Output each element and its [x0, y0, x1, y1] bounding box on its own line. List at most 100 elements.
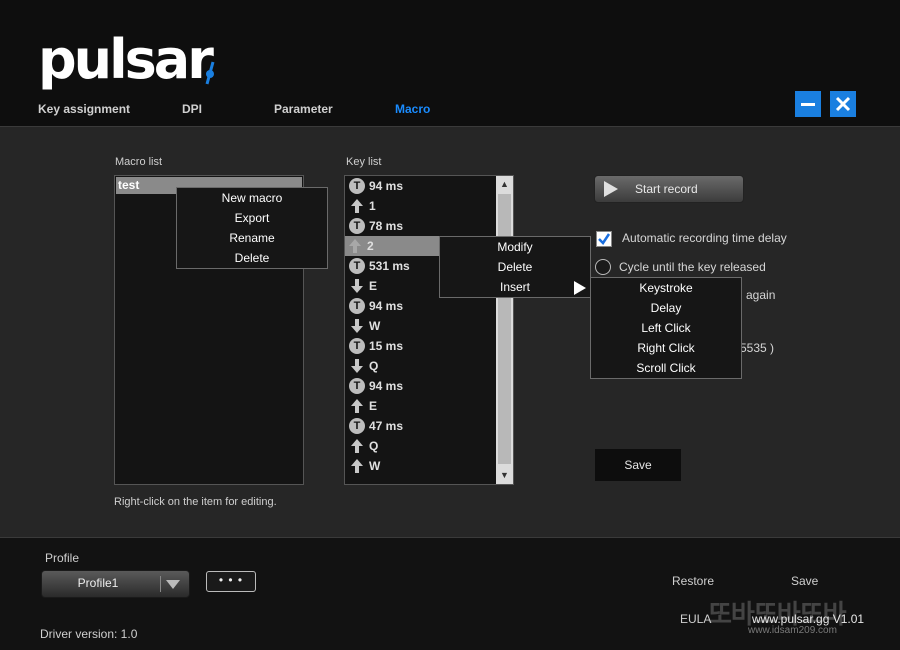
key-list-item-text: 94 ms	[369, 299, 404, 313]
checkmark-icon	[598, 233, 611, 245]
key-list-item-text: 78 ms	[369, 219, 404, 233]
restore-button[interactable]: Restore	[672, 574, 714, 588]
website-version: www.pulsar.gg V1.01	[752, 612, 865, 626]
tab-dpi[interactable]: DPI	[182, 102, 202, 116]
key-list-item-text: 94 ms	[369, 379, 404, 393]
start-record-button[interactable]: Start record	[594, 175, 744, 203]
insert-submenu: Keystroke Delay Left Click Right Click S…	[590, 277, 742, 379]
key-list-item[interactable]: 1	[347, 196, 495, 216]
watermark-url: www.idsam209.com	[748, 625, 837, 636]
timer-glyph: T	[349, 258, 365, 274]
key-list-item[interactable]: T 78 ms	[347, 216, 495, 236]
key-list-item[interactable]: Q	[347, 436, 495, 456]
key-list-item[interactable]: T 94 ms	[347, 376, 495, 396]
pulsar-logo: pulsar	[38, 28, 214, 91]
profile-select[interactable]: Profile1	[41, 570, 190, 598]
key-list-item-text: W	[369, 319, 381, 333]
cycle-label: Cycle until the key released	[619, 260, 766, 274]
timer-icon: T	[349, 418, 365, 434]
menu-scroll-click[interactable]: Scroll Click	[591, 358, 741, 378]
timer-glyph: T	[349, 178, 365, 194]
save-macro-button[interactable]: Save	[595, 449, 681, 481]
arrow-down-icon	[349, 318, 365, 334]
timer-icon: T	[349, 338, 365, 354]
timer-glyph: T	[349, 218, 365, 234]
key-context-menu: Modify Delete Insert	[439, 236, 591, 298]
key-list-item-text: 94 ms	[369, 179, 404, 193]
play-icon	[604, 181, 618, 197]
tab-key-assignment[interactable]: Key assignment	[38, 102, 130, 116]
logo-mark-icon	[205, 61, 215, 85]
arrow-up-icon	[349, 458, 365, 474]
menu-right-click[interactable]: Right Click	[591, 338, 741, 358]
menu-modify[interactable]: Modify	[440, 237, 590, 257]
menu-delay[interactable]: Delay	[591, 298, 741, 318]
minimize-icon	[801, 103, 815, 106]
timer-icon: T	[349, 178, 365, 194]
close-button[interactable]	[830, 91, 856, 117]
key-list[interactable]: T 94 ms 1 T 78 ms 2 T 531 ms E T 94 ms W T 15 ms Q T 94 …	[344, 175, 514, 485]
key-list-item-text: 1	[369, 199, 376, 213]
key-list-item[interactable]: T 94 ms	[347, 296, 495, 316]
menu-new-macro[interactable]: New macro	[177, 188, 327, 208]
profile-label: Profile	[45, 551, 80, 565]
timer-icon: T	[349, 378, 365, 394]
driver-version: Driver version: 1.0	[40, 627, 138, 641]
key-list-item-text: E	[369, 399, 378, 413]
key-list-item[interactable]: W	[347, 456, 495, 476]
key-list-item[interactable]: E	[347, 396, 495, 416]
arrow-up-icon	[349, 198, 365, 214]
key-list-item-text: Q	[369, 359, 379, 373]
chevron-down-icon	[166, 580, 180, 589]
menu-insert[interactable]: Insert	[440, 277, 590, 297]
edit-hint: Right-click on the item for editing.	[114, 496, 277, 508]
minimize-button[interactable]	[795, 91, 821, 117]
auto-delay-label: Automatic recording time delay	[622, 231, 787, 245]
tab-macro[interactable]: Macro	[395, 102, 430, 116]
menu-left-click[interactable]: Left Click	[591, 318, 741, 338]
select-divider	[160, 576, 161, 592]
eula-link[interactable]: EULA	[680, 612, 711, 626]
timer-glyph: T	[349, 418, 365, 434]
scrollbar-thumb[interactable]	[498, 194, 511, 464]
key-list-item-text: E	[369, 279, 378, 293]
timer-icon: T	[349, 258, 365, 274]
menu-delete-key[interactable]: Delete	[440, 257, 590, 277]
auto-delay-checkbox[interactable]	[596, 231, 612, 247]
key-list-item[interactable]: Q	[347, 356, 495, 376]
menu-export[interactable]: Export	[177, 208, 327, 228]
timer-glyph: T	[349, 378, 365, 394]
arrow-down-icon	[349, 278, 365, 294]
key-list-item[interactable]: T 47 ms	[347, 416, 495, 436]
key-list-item[interactable]: T 94 ms	[347, 176, 495, 196]
key-list-item[interactable]: T 15 ms	[347, 336, 495, 356]
more-options-button[interactable]: • • •	[206, 571, 256, 592]
menu-delete-macro[interactable]: Delete	[177, 248, 327, 268]
profile-value: Profile1	[77, 576, 119, 590]
menu-rename[interactable]: Rename	[177, 228, 327, 248]
scroll-down-icon[interactable]: ▼	[496, 467, 513, 484]
macro-list-label: Macro list	[115, 156, 163, 168]
macro-context-menu: New macro Export Rename Delete	[176, 187, 328, 269]
footer-save-button[interactable]: Save	[791, 574, 818, 588]
key-list-label: Key list	[346, 156, 382, 168]
key-list-item[interactable]: W	[347, 316, 495, 336]
timer-icon: T	[349, 218, 365, 234]
cycle-radio[interactable]	[595, 259, 611, 275]
key-list-item-text: Q	[369, 439, 379, 453]
timer-glyph: T	[349, 298, 365, 314]
menu-keystroke[interactable]: Keystroke	[591, 278, 741, 298]
scroll-up-icon[interactable]: ▲	[496, 176, 513, 193]
arrow-up-icon	[349, 398, 365, 414]
tab-parameter[interactable]: Parameter	[274, 102, 333, 116]
key-list-item-text: 531 ms	[369, 259, 410, 273]
close-icon	[835, 96, 851, 112]
partial-range-label: 5535 )	[740, 341, 775, 355]
start-record-label: Start record	[635, 182, 698, 196]
arrow-up-icon	[349, 438, 365, 454]
key-list-item-text: 15 ms	[369, 339, 404, 353]
key-list-item-text: 2	[367, 239, 374, 253]
timer-glyph: T	[349, 338, 365, 354]
arrow-up-icon	[347, 238, 363, 254]
submenu-arrow-icon	[574, 281, 586, 295]
